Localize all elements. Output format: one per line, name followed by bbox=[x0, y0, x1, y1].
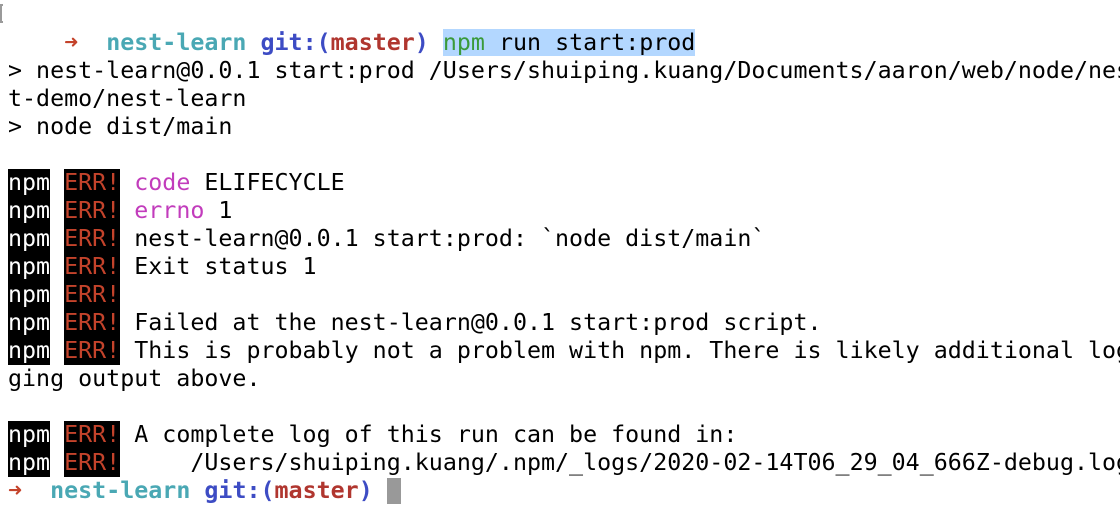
npm-tag: npm bbox=[8, 309, 51, 337]
error-value: This is probably not a problem with npm.… bbox=[120, 337, 1120, 364]
error-row: npm ERR! nest-learn@0.0.1 start:prod: `n… bbox=[8, 225, 1120, 253]
err-tag: ERR! bbox=[64, 421, 121, 449]
prompt-arrow-icon: ➜ bbox=[8, 477, 23, 504]
prompt-directory: nest-learn bbox=[50, 477, 191, 504]
npm-tag: npm bbox=[8, 421, 51, 449]
prompt-git-label: git:( bbox=[204, 477, 275, 504]
npm-tag: npm bbox=[8, 197, 51, 225]
error-value: 1 bbox=[204, 197, 233, 224]
error-row: npm ERR! bbox=[8, 281, 1120, 309]
output-line: > nest-learn@0.0.1 start:prod /Users/shu… bbox=[8, 57, 1120, 84]
npm-tag: npm bbox=[8, 169, 51, 197]
err-tag: ERR! bbox=[64, 281, 121, 309]
err-tag: ERR! bbox=[64, 449, 121, 477]
error-value: Exit status 1 bbox=[120, 253, 317, 280]
prompt-line-2[interactable]: ➜ nest-learn git:(master) bbox=[8, 477, 1120, 505]
error-row: npm ERR! Failed at the nest-learn@0.0.1 … bbox=[8, 309, 1120, 337]
err-tag: ERR! bbox=[64, 197, 121, 225]
error-row: npm ERR! code ELIFECYCLE bbox=[8, 169, 1120, 197]
text-cursor[interactable] bbox=[386, 478, 401, 504]
line-mark-icon bbox=[0, 4, 3, 23]
error-row: npm ERR! A complete log of this run can … bbox=[8, 421, 1120, 449]
npm-tag: npm bbox=[8, 253, 51, 281]
error-value: A complete log of this run can be found … bbox=[120, 421, 738, 448]
error-value: Failed at the nest-learn@0.0.1 start:pro… bbox=[120, 309, 822, 336]
terminal-window[interactable]: ➜ nest-learn git:(master) npm run start:… bbox=[0, 1, 1120, 506]
prompt-git-close: ) bbox=[358, 477, 373, 504]
error-value: /Users/shuiping.kuang/.npm/_logs/2020-02… bbox=[120, 449, 1120, 476]
error-row: npm ERR! errno 1 bbox=[8, 197, 1120, 225]
output-line: > node dist/main bbox=[8, 113, 233, 140]
output-line: ging output above. bbox=[8, 365, 261, 392]
error-row: npm ERR! This is probably not a problem … bbox=[8, 337, 1120, 365]
npm-tag: npm bbox=[8, 337, 51, 365]
error-row: npm ERR! Exit status 1 bbox=[8, 253, 1120, 281]
npm-tag: npm bbox=[8, 281, 51, 309]
npm-tag: npm bbox=[8, 449, 51, 477]
prompt-line-1: ➜ nest-learn git:(master) npm run start:… bbox=[0, 1, 1120, 56]
output-line: t-demo/nest-learn bbox=[8, 85, 247, 112]
npm-tag: npm bbox=[8, 225, 51, 253]
error-value: nest-learn@0.0.1 start:prod: `node dist/… bbox=[120, 225, 766, 252]
prompt-branch: master bbox=[274, 477, 359, 504]
err-tag: ERR! bbox=[64, 169, 121, 197]
error-key: code bbox=[134, 169, 191, 196]
error-key: errno bbox=[134, 197, 205, 224]
err-tag: ERR! bbox=[64, 309, 121, 337]
err-tag: ERR! bbox=[64, 253, 121, 281]
error-row: npm ERR! /Users/shuiping.kuang/.npm/_log… bbox=[8, 449, 1120, 477]
err-tag: ERR! bbox=[64, 337, 121, 365]
err-tag: ERR! bbox=[64, 225, 121, 253]
error-value: ELIFECYCLE bbox=[190, 169, 345, 196]
